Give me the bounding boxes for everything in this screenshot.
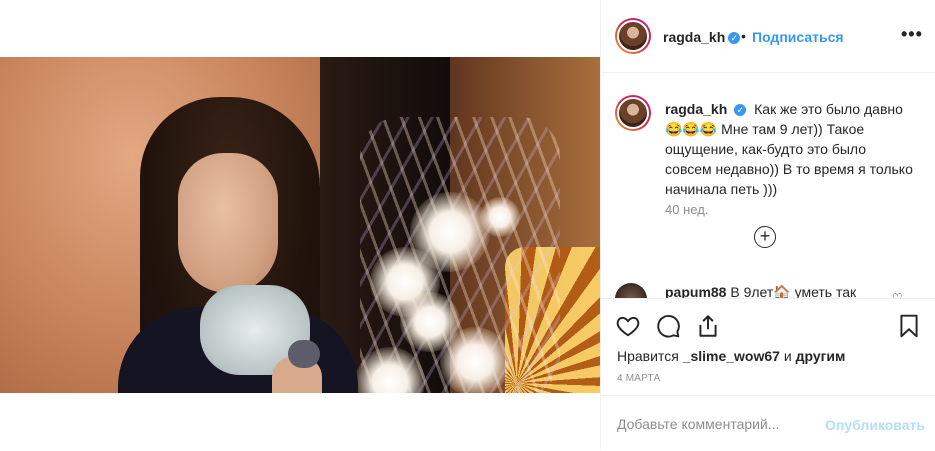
post-media [0, 0, 600, 450]
likes-summary: Нравится _slime_wow67 и другим [617, 348, 845, 364]
post-header: ragda_kh ✓ • Подписаться ••• [601, 0, 935, 73]
comment-input[interactable] [617, 416, 817, 432]
publish-button[interactable]: Опубликовать [825, 417, 925, 433]
author-username[interactable]: ragda_kh [663, 29, 725, 45]
post-date[interactable]: 4 марта [617, 373, 660, 384]
video-light [440, 327, 510, 393]
share-icon[interactable] [695, 313, 721, 339]
follow-button[interactable]: Подписаться [752, 29, 844, 45]
verified-badge-icon: ✓ [728, 31, 741, 44]
author-avatar[interactable] [615, 18, 651, 54]
comment-icon[interactable] [655, 313, 681, 339]
author-username-link[interactable]: ragda_kh ✓ [663, 29, 741, 47]
comment-text: В 9лет🏠 уметь так [730, 284, 857, 298]
likes-user-link[interactable]: _slime_wow67 [683, 348, 780, 364]
heart-icon[interactable] [615, 313, 641, 339]
verified-badge-icon: ✓ [734, 104, 747, 117]
caption-timestamp[interactable]: 40 нед. [665, 202, 708, 217]
comments-list[interactable]: ragda_kh ✓ Как же это было давно😂😂😂 Мне т… [601, 73, 935, 298]
caption-author-avatar[interactable] [615, 95, 651, 131]
load-more-comments-icon[interactable]: + [754, 226, 776, 248]
post-side-panel: ragda_kh ✓ • Подписаться ••• ragda_kh ✓ Ка… [600, 0, 935, 450]
video-player[interactable] [0, 57, 600, 393]
likes-others-link[interactable]: другим [796, 348, 846, 364]
caption: ragda_kh ✓ Как же это было давно😂😂😂 Мне т… [665, 99, 915, 199]
video-subject-face [178, 153, 278, 293]
header-separator: • [741, 28, 746, 44]
likes-conjunction: и [783, 348, 792, 364]
action-bar [601, 298, 935, 353]
more-options-icon[interactable]: ••• [901, 24, 923, 45]
bookmark-icon[interactable] [896, 313, 922, 339]
caption-author[interactable]: ragda_kh [665, 101, 727, 117]
likes-prefix: Нравится [617, 348, 679, 364]
add-comment-section: Опубликовать [601, 395, 935, 451]
video-light [480, 197, 520, 237]
comment-like-icon[interactable]: ♡ [892, 291, 903, 298]
video-microphone [288, 340, 320, 368]
reply-avatar[interactable] [615, 283, 647, 298]
comment-author[interactable]: papum88 [665, 284, 726, 298]
comment-item: papum88 В 9лет🏠 уметь так [665, 284, 856, 298]
